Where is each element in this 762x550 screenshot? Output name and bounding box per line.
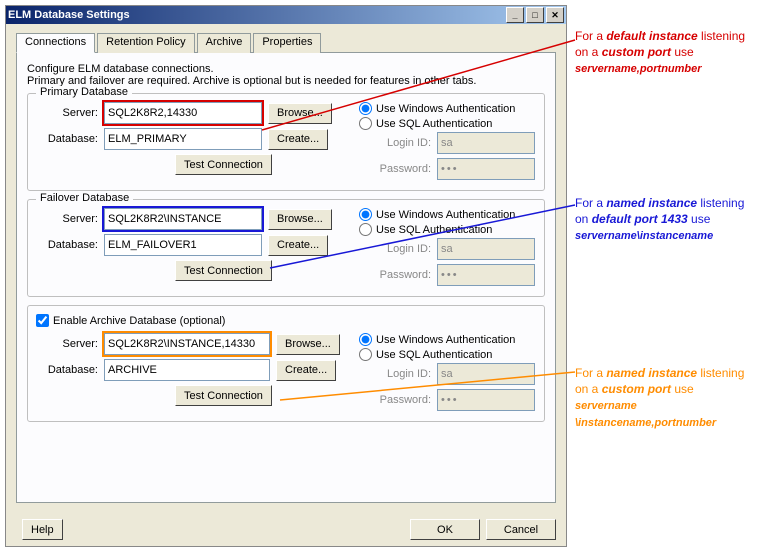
- annotation-blue: For a named instance listening on defaul…: [575, 195, 757, 244]
- archive-auth-windows-radio[interactable]: [359, 333, 372, 346]
- primary-server-input[interactable]: [104, 102, 262, 124]
- settings-window: ELM Database Settings _ □ ✕ Connections …: [5, 5, 567, 547]
- primary-test-button[interactable]: Test Connection: [175, 154, 272, 175]
- tab-connections[interactable]: Connections: [16, 33, 95, 53]
- close-icon[interactable]: ✕: [546, 7, 564, 23]
- window-title: ELM Database Settings: [8, 9, 130, 21]
- group-primary-title: Primary Database: [36, 86, 132, 98]
- label-login: Login ID:: [373, 137, 431, 149]
- group-primary: Primary Database Server: Browse... Datab…: [27, 93, 545, 191]
- label-server: Server:: [36, 107, 98, 119]
- intro-text: Configure ELM database connections. Prim…: [27, 63, 545, 87]
- failover-database-input[interactable]: [104, 234, 262, 256]
- primary-auth-sql-radio[interactable]: [359, 117, 372, 130]
- intro-line1: Configure ELM database connections.: [27, 63, 545, 75]
- titlebar: ELM Database Settings _ □ ✕: [6, 6, 566, 24]
- label-auth-win: Use Windows Authentication: [376, 103, 515, 115]
- cancel-button[interactable]: Cancel: [486, 519, 556, 540]
- label-server: Server:: [36, 213, 98, 225]
- primary-login-input: [437, 132, 535, 154]
- primary-create-button[interactable]: Create...: [268, 129, 328, 150]
- archive-auth-sql-radio[interactable]: [359, 348, 372, 361]
- primary-browse-button[interactable]: Browse...: [268, 103, 332, 124]
- primary-auth-windows-radio[interactable]: [359, 102, 372, 115]
- maximize-icon[interactable]: □: [526, 7, 544, 23]
- failover-browse-button[interactable]: Browse...: [268, 209, 332, 230]
- tab-archive[interactable]: Archive: [197, 33, 252, 53]
- group-failover-title: Failover Database: [36, 192, 133, 204]
- archive-enable-label: Enable Archive Database (optional): [53, 315, 225, 327]
- failover-password-input: [437, 264, 535, 286]
- tab-properties[interactable]: Properties: [253, 33, 321, 53]
- group-archive: Enable Archive Database (optional) Serve…: [27, 305, 545, 422]
- archive-login-input: [437, 363, 535, 385]
- label-database: Database:: [36, 133, 98, 145]
- failover-auth-windows-radio[interactable]: [359, 208, 372, 221]
- archive-password-input: [437, 389, 535, 411]
- archive-enable-checkbox[interactable]: [36, 314, 49, 327]
- label-auth-sql: Use SQL Authentication: [376, 118, 492, 130]
- group-failover: Failover Database Server: Browse... Data…: [27, 199, 545, 297]
- annotation-red: For a default instance listening on a cu…: [575, 28, 757, 77]
- label-database: Database:: [36, 239, 98, 251]
- failover-create-button[interactable]: Create...: [268, 235, 328, 256]
- ok-button[interactable]: OK: [410, 519, 480, 540]
- help-button[interactable]: Help: [22, 519, 63, 540]
- tab-retention[interactable]: Retention Policy: [97, 33, 195, 53]
- archive-server-input[interactable]: [104, 333, 270, 355]
- tab-pane: Configure ELM database connections. Prim…: [16, 53, 556, 503]
- failover-test-button[interactable]: Test Connection: [175, 260, 272, 281]
- primary-password-input: [437, 158, 535, 180]
- archive-create-button[interactable]: Create...: [276, 360, 336, 381]
- minimize-icon[interactable]: _: [506, 7, 524, 23]
- archive-test-button[interactable]: Test Connection: [175, 385, 272, 406]
- label-password: Password:: [373, 163, 431, 175]
- tab-strip: Connections Retention Policy Archive Pro…: [16, 32, 556, 53]
- annotation-orange: For a named instance listening on a cust…: [575, 365, 757, 431]
- failover-auth-sql-radio[interactable]: [359, 223, 372, 236]
- primary-database-input[interactable]: [104, 128, 262, 150]
- failover-login-input: [437, 238, 535, 260]
- archive-browse-button[interactable]: Browse...: [276, 334, 340, 355]
- failover-server-input[interactable]: [104, 208, 262, 230]
- archive-database-input[interactable]: [104, 359, 270, 381]
